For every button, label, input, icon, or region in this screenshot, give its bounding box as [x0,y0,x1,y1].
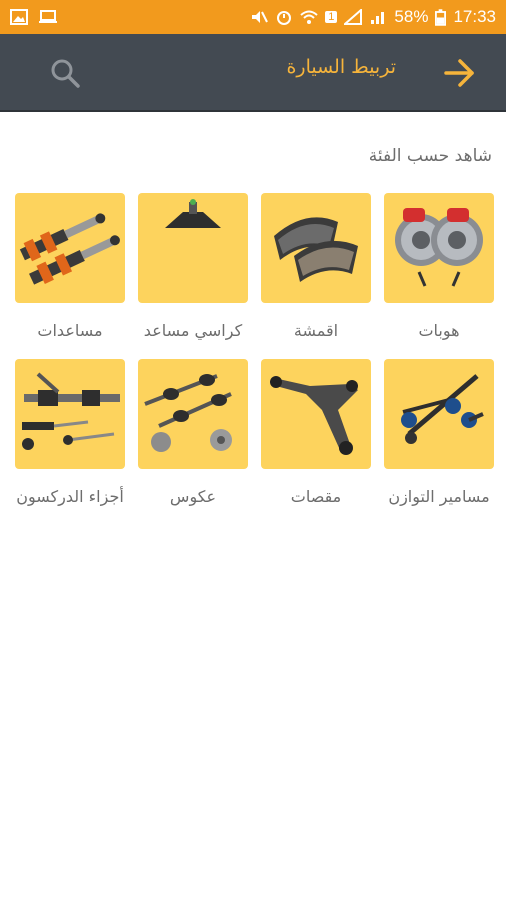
category-strut-mounts[interactable]: كراسي مساعد [138,193,248,359]
steering-rack-image [15,359,125,469]
category-label: أجزاء الدركسون [16,487,124,506]
battery-percent: 58% [394,7,429,26]
battery-icon [435,8,447,26]
stabilizer-link-image [384,359,494,469]
category-label: مساعدات [37,321,103,340]
category-brake-discs[interactable]: هوبات [384,193,494,359]
category-label: هوبات [418,321,460,340]
category-label: كراسي مساعد [143,321,243,340]
category-stabilizer-links[interactable]: مسامير التوازن [384,359,494,525]
laptop-notification-icon [39,10,57,23]
category-brake-pads[interactable]: اقمشة [261,193,371,359]
signal-icon [344,9,363,25]
control-arm-image [261,359,371,469]
drive-shaft-image [138,359,248,469]
strut-mount-image [138,193,248,303]
category-control-arms[interactable]: مقصات [261,359,371,525]
clock: 17:33 [453,7,496,26]
category-shock-absorbers[interactable]: مساعدات [15,193,125,359]
coilover-image [15,193,125,303]
category-drive-shafts[interactable]: عكوس [138,359,248,525]
page-title: تربيط السيارة [286,56,396,78]
category-steering-parts[interactable]: أجزاء الدركسون [15,359,125,525]
app-bar: تربيط السيارة [0,34,506,112]
category-label: مقصات [290,487,342,506]
brake-disc-image [384,193,494,303]
gallery-notification-icon [10,9,28,25]
category-label: اقمشة [293,321,339,340]
wifi-icon [300,10,318,24]
alarm-icon [277,11,292,25]
status-bar: 1 58% 17:33 [0,0,506,34]
category-grid: هوبات اقمشة كراسي مساعد مساعدات مسامير ا… [14,193,494,525]
category-label: عكوس [169,487,217,506]
arrow-back-icon[interactable] [442,56,476,90]
mute-icon [252,11,269,23]
sim-badge: 1 [325,11,338,23]
search-icon[interactable] [48,56,82,90]
category-label: مسامير التوازن [388,487,490,506]
section-title: شاهد حسب الفئة [368,146,492,166]
brake-pads-image [261,193,371,303]
signal-bars-icon [371,12,385,24]
